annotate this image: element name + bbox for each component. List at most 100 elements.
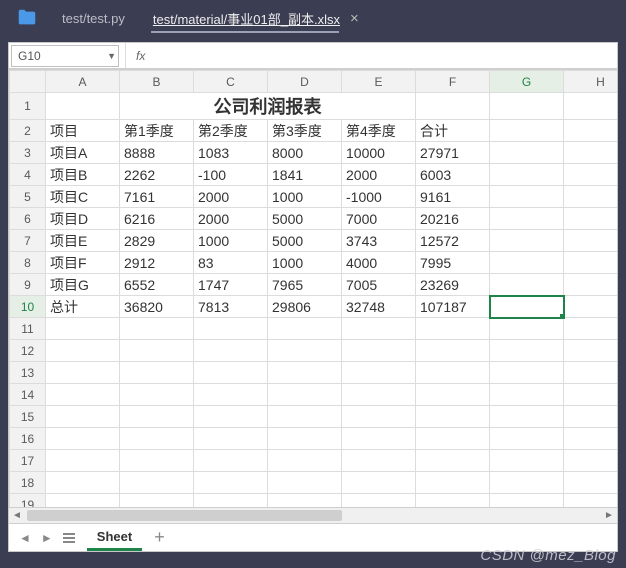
cell-C15[interactable] (194, 406, 268, 428)
row-header-12[interactable]: 12 (10, 340, 46, 362)
cell-F5[interactable]: 9161 (416, 186, 490, 208)
cell-H6[interactable] (564, 208, 618, 230)
row-header-7[interactable]: 7 (10, 230, 46, 252)
cell-D18[interactable] (268, 472, 342, 494)
cell-B14[interactable] (120, 384, 194, 406)
cell-C17[interactable] (194, 450, 268, 472)
cell-A15[interactable] (46, 406, 120, 428)
cell-H18[interactable] (564, 472, 618, 494)
row-header-5[interactable]: 5 (10, 186, 46, 208)
cell-G9[interactable] (490, 274, 564, 296)
cell-H19[interactable] (564, 494, 618, 508)
cell-B18[interactable] (120, 472, 194, 494)
cell-A19[interactable] (46, 494, 120, 508)
cell-G7[interactable] (490, 230, 564, 252)
cell-E13[interactable] (342, 362, 416, 384)
sheet-tab[interactable]: Sheet (87, 525, 142, 551)
cell-H10[interactable] (564, 296, 618, 318)
cell-F14[interactable] (416, 384, 490, 406)
cell-G3[interactable] (490, 142, 564, 164)
cell-H16[interactable] (564, 428, 618, 450)
cell-G11[interactable] (490, 318, 564, 340)
row-header-4[interactable]: 4 (10, 164, 46, 186)
cell-E12[interactable] (342, 340, 416, 362)
cell-B12[interactable] (120, 340, 194, 362)
select-all-corner[interactable] (10, 71, 46, 93)
cell-D15[interactable] (268, 406, 342, 428)
cell-F19[interactable] (416, 494, 490, 508)
add-sheet-icon[interactable]: + (154, 527, 165, 548)
col-header-H[interactable]: H (564, 71, 618, 93)
cell-E14[interactable] (342, 384, 416, 406)
cell-G2[interactable] (490, 120, 564, 142)
cell-D13[interactable] (268, 362, 342, 384)
cell-A6[interactable]: 项目D (46, 208, 120, 230)
sheet-nav-next-icon[interactable]: ► (41, 531, 51, 545)
cell-E2[interactable]: 第4季度 (342, 120, 416, 142)
name-box[interactable]: G10 ▼ (11, 45, 119, 67)
cell-C2[interactable]: 第2季度 (194, 120, 268, 142)
cell-C5[interactable]: 2000 (194, 186, 268, 208)
cell-C7[interactable]: 1000 (194, 230, 268, 252)
cell-H7[interactable] (564, 230, 618, 252)
chevron-down-icon[interactable]: ▼ (107, 51, 116, 61)
cell-G13[interactable] (490, 362, 564, 384)
cell-G14[interactable] (490, 384, 564, 406)
tab-xlsx[interactable]: test/material/事业01部_副本.xlsx × (139, 0, 373, 36)
cell-E7[interactable]: 3743 (342, 230, 416, 252)
cell-G5[interactable] (490, 186, 564, 208)
cell-F6[interactable]: 20216 (416, 208, 490, 230)
cell-B9[interactable]: 6552 (120, 274, 194, 296)
scroll-left-icon[interactable]: ◄ (9, 508, 25, 523)
cell-H15[interactable] (564, 406, 618, 428)
row-header-18[interactable]: 18 (10, 472, 46, 494)
cell-G17[interactable] (490, 450, 564, 472)
cell-F18[interactable] (416, 472, 490, 494)
cell-H14[interactable] (564, 384, 618, 406)
cell-G6[interactable] (490, 208, 564, 230)
cell-H5[interactable] (564, 186, 618, 208)
row-header-10[interactable]: 10 (10, 296, 46, 318)
cell-H2[interactable] (564, 120, 618, 142)
cell-E16[interactable] (342, 428, 416, 450)
cell-F10[interactable]: 107187 (416, 296, 490, 318)
cell-H1[interactable] (564, 93, 618, 120)
cell-C10[interactable]: 7813 (194, 296, 268, 318)
col-header-B[interactable]: B (120, 71, 194, 93)
cell-E8[interactable]: 4000 (342, 252, 416, 274)
row-header-17[interactable]: 17 (10, 450, 46, 472)
row-header-13[interactable]: 13 (10, 362, 46, 384)
cell-D7[interactable]: 5000 (268, 230, 342, 252)
col-header-A[interactable]: A (46, 71, 120, 93)
horizontal-scrollbar[interactable]: ◄ ► (9, 507, 617, 523)
cell-A13[interactable] (46, 362, 120, 384)
cell-B13[interactable] (120, 362, 194, 384)
cell-F13[interactable] (416, 362, 490, 384)
cell-B17[interactable] (120, 450, 194, 472)
cell-E11[interactable] (342, 318, 416, 340)
cell-D19[interactable] (268, 494, 342, 508)
cell-E5[interactable]: -1000 (342, 186, 416, 208)
cell-D3[interactable]: 8000 (268, 142, 342, 164)
cell-A3[interactable]: 项目A (46, 142, 120, 164)
cell-A11[interactable] (46, 318, 120, 340)
cell-C9[interactable]: 1747 (194, 274, 268, 296)
cell-F17[interactable] (416, 450, 490, 472)
sheet-list-icon[interactable] (63, 533, 75, 543)
col-header-F[interactable]: F (416, 71, 490, 93)
cell-E4[interactable]: 2000 (342, 164, 416, 186)
cell-C19[interactable] (194, 494, 268, 508)
col-header-D[interactable]: D (268, 71, 342, 93)
cell-H11[interactable] (564, 318, 618, 340)
cell-B11[interactable] (120, 318, 194, 340)
cell-D10[interactable]: 29806 (268, 296, 342, 318)
cell-H3[interactable] (564, 142, 618, 164)
cell-A1[interactable] (46, 93, 120, 120)
cell-F16[interactable] (416, 428, 490, 450)
cell-G8[interactable] (490, 252, 564, 274)
cell-H17[interactable] (564, 450, 618, 472)
cell-F9[interactable]: 23269 (416, 274, 490, 296)
cell-title[interactable]: 公司利润报表 (120, 93, 416, 120)
cell-D4[interactable]: 1841 (268, 164, 342, 186)
row-header-11[interactable]: 11 (10, 318, 46, 340)
